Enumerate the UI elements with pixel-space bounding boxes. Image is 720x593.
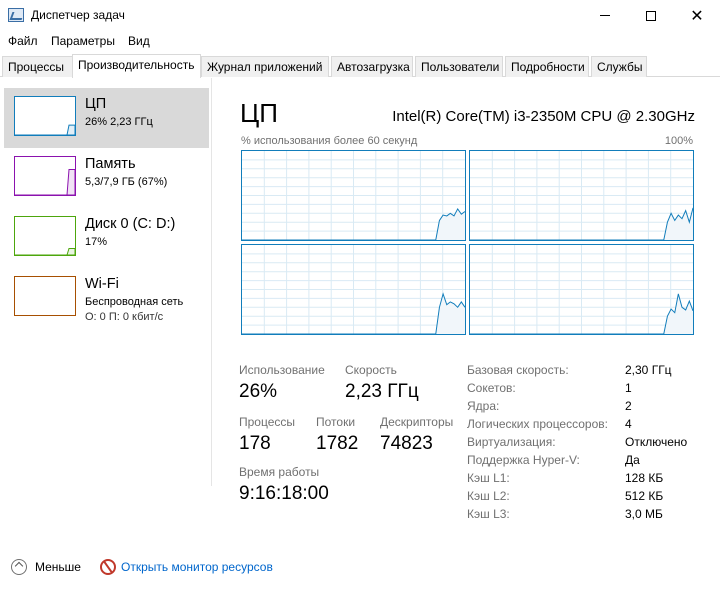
usage-label: Использование (239, 363, 325, 377)
wifi-mini-graph (14, 276, 76, 316)
mini-graph-frame (14, 276, 76, 316)
mini-graph-frame (14, 156, 76, 196)
core-graph-1 (241, 150, 466, 241)
cpu-model: Intel(R) Core(TM) i3-2350M CPU @ 2.30GHz (392, 108, 695, 125)
tab-performance[interactable]: Производительность (72, 54, 201, 78)
tab-users[interactable]: Пользователи (415, 56, 503, 77)
spec-l3-cache-value: 3,0 МБ (625, 507, 663, 521)
mini-graph-frame (14, 216, 76, 256)
maximize-icon (646, 10, 656, 21)
page-title: ЦП (240, 98, 278, 128)
spec-logical-processors-label: Логических процессоров: (467, 417, 608, 431)
spec-l1-cache-value: 128 КБ (625, 471, 664, 485)
resource-item-wifi[interactable]: Wi-Fi Беспроводная сеть О: 0 П: 0 кбит/с (4, 268, 209, 328)
processes-value: 178 (239, 433, 271, 454)
spec-base-speed-value: 2,30 ГГц (625, 363, 672, 377)
minimize-button[interactable] (582, 0, 628, 31)
processes-label: Процессы (239, 415, 296, 429)
spec-logical-processors-value: 4 (625, 417, 632, 431)
open-resource-monitor-link[interactable]: Открыть монитор ресурсов (121, 560, 273, 574)
spec-l2-cache-label: Кэш L2: (467, 489, 510, 503)
core-graph-4 (469, 244, 694, 335)
handles-label: Дескрипторы (380, 415, 454, 429)
graph-max-label: 100% (664, 135, 693, 147)
resource-name: Wi-Fi (85, 276, 119, 292)
title-bar: Диспетчер задач ✕ (0, 0, 720, 31)
cpu-panel: ЦП Intel(R) Core(TM) i3-2350M CPU @ 2.30… (213, 78, 720, 521)
tab-processes[interactable]: Процессы (2, 56, 73, 77)
resource-detail: 26% 2,23 ГГц (85, 116, 153, 128)
menu-view[interactable]: Вид (128, 34, 150, 48)
resource-name: ЦП (85, 96, 107, 112)
resource-name: Память (85, 156, 136, 172)
mini-graph-frame (14, 96, 76, 136)
disk-mini-graph (14, 216, 76, 256)
tab-bar: Процессы Производительность Журнал прило… (0, 54, 720, 78)
spec-hyperv-value: Да (625, 453, 640, 467)
spec-virtualization-value: Отключено (625, 435, 688, 449)
spec-sockets-label: Сокетов: (467, 381, 516, 395)
speed-value: 2,23 ГГц (345, 381, 419, 402)
spec-l3-cache-label: Кэш L3: (467, 507, 510, 521)
resource-item-memory[interactable]: Память 5,3/7,9 ГБ (67%) (4, 148, 209, 208)
memory-mini-graph (14, 156, 76, 196)
core-graph-3 (241, 244, 466, 335)
chevron-up-icon[interactable] (11, 559, 27, 575)
tab-app-history[interactable]: Журнал приложений (201, 56, 329, 77)
spec-cores-value: 2 (625, 399, 632, 413)
window-title: Диспетчер задач (31, 8, 125, 22)
threads-label: Потоки (316, 415, 356, 429)
tab-details[interactable]: Подробности (505, 56, 589, 77)
uptime-label: Время работы (239, 465, 320, 479)
cpu-mini-graph (14, 96, 76, 136)
resource-item-cpu[interactable]: ЦП 26% 2,23 ГГц (4, 88, 209, 148)
resource-item-disk[interactable]: Диск 0 (C: D:) 17% (4, 208, 209, 268)
menu-bar: Файл Параметры Вид (0, 31, 720, 53)
close-button[interactable]: ✕ (674, 0, 720, 31)
tab-services[interactable]: Службы (591, 56, 647, 77)
resource-list: ЦП 26% 2,23 ГГц Память 5,3/7,9 ГБ (67%) … (0, 78, 212, 486)
uptime-value: 9:16:18:00 (239, 483, 329, 504)
threads-value: 1782 (316, 433, 359, 454)
usage-value: 26% (239, 381, 278, 402)
spec-base-speed-label: Базовая скорость: (467, 363, 569, 377)
tab-startup[interactable]: Автозагрузка (331, 56, 413, 77)
graph-caption: % использования более 60 секунд (241, 135, 418, 147)
resource-detail-throughput: О: 0 П: 0 кбит/с (85, 311, 164, 323)
resource-detail: Беспроводная сеть (85, 296, 184, 308)
resource-detail: 5,3/7,9 ГБ (67%) (85, 176, 168, 188)
spec-sockets-value: 1 (625, 381, 632, 395)
resource-detail: 17% (85, 236, 108, 248)
spec-cores-label: Ядра: (467, 399, 500, 413)
spec-l1-cache-label: Кэш L1: (467, 471, 510, 485)
menu-options[interactable]: Параметры (51, 34, 115, 48)
core-graph-2 (469, 150, 694, 241)
maximize-button[interactable] (628, 0, 674, 31)
fewer-details-button[interactable]: Меньше (35, 560, 81, 574)
minimize-icon (600, 15, 610, 16)
task-manager-icon (8, 8, 24, 22)
spec-hyperv-label: Поддержка Hyper-V: (467, 453, 580, 467)
menu-file[interactable]: Файл (8, 34, 38, 48)
spec-l2-cache-value: 512 КБ (625, 489, 664, 503)
spec-virtualization-label: Виртуализация: (467, 435, 556, 449)
close-icon: ✕ (690, 5, 704, 25)
footer: Меньше Открыть монитор ресурсов (0, 551, 720, 593)
resource-monitor-icon[interactable] (100, 559, 116, 575)
resource-name: Диск 0 (C: D:) (85, 216, 176, 232)
speed-label: Скорость (345, 363, 397, 377)
handles-value: 74823 (380, 433, 433, 454)
